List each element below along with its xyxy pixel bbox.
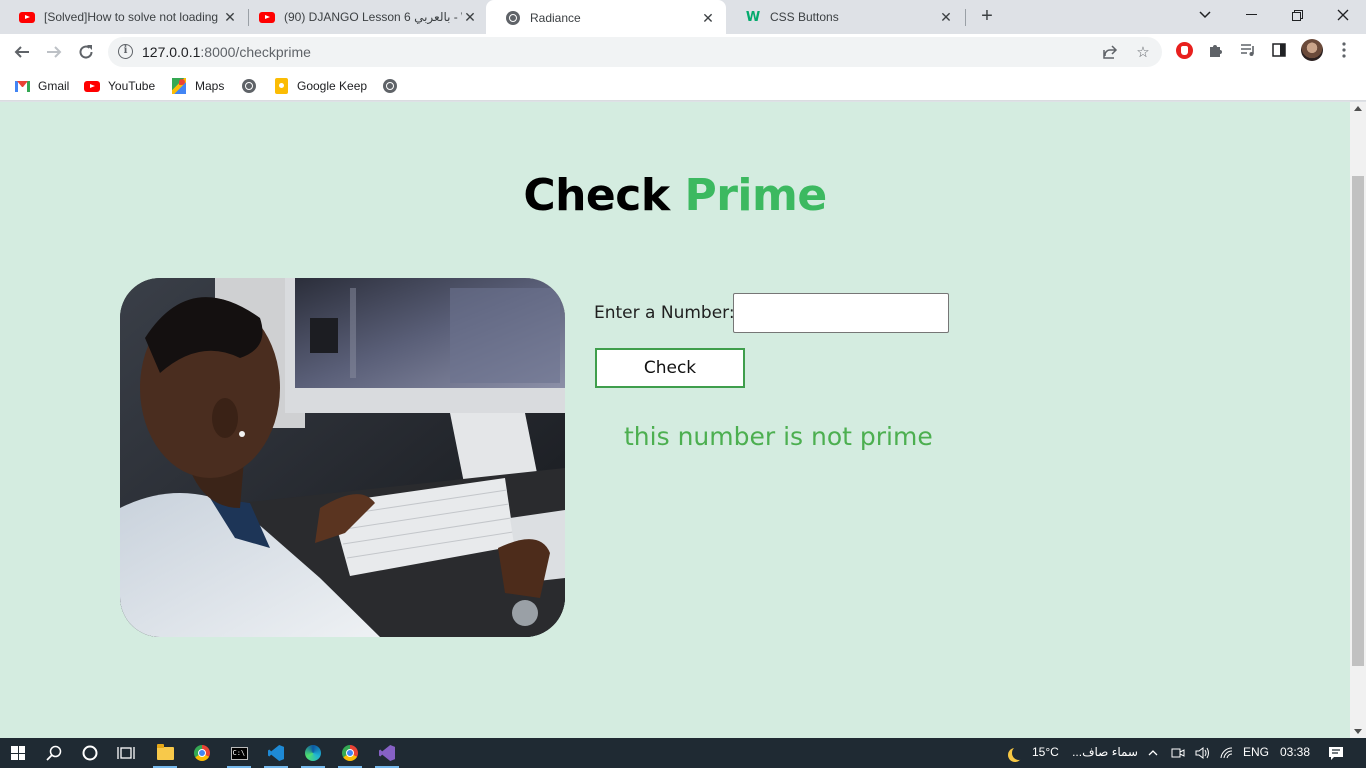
close-tab-icon[interactable]: ✕ <box>222 9 238 25</box>
address-bar[interactable]: i 127.0.0.1:8000/checkprime ☆ <box>108 37 1162 67</box>
globe-icon <box>382 78 398 94</box>
youtube-icon <box>84 78 100 94</box>
weather-text[interactable]: سماء صاف... <box>1070 745 1138 759</box>
adblock-extension-icon[interactable] <box>1173 39 1195 61</box>
url-text[interactable]: 127.0.0.1:8000/checkprime <box>142 44 311 60</box>
number-input-label: Enter a Number: <box>594 303 735 323</box>
close-tab-icon[interactable]: ✕ <box>700 10 716 26</box>
scroll-thumb[interactable] <box>1352 176 1364 666</box>
close-window-icon[interactable] <box>1320 0 1366 30</box>
page-viewport: Check Prime Enter a Number: Check this n… <box>0 102 1350 738</box>
bookmark-label: Google Keep <box>297 79 368 93</box>
tab-0[interactable]: [Solved]How to solve not loading ✕ <box>0 0 248 34</box>
site-info-icon[interactable]: i <box>118 44 133 59</box>
share-icon[interactable] <box>1100 42 1120 62</box>
volume-icon[interactable] <box>1190 738 1214 768</box>
language-indicator[interactable]: ENG <box>1243 745 1269 759</box>
close-tab-icon[interactable]: ✕ <box>938 9 954 25</box>
back-icon[interactable] <box>8 38 36 66</box>
notifications-icon[interactable] <box>1318 738 1354 768</box>
tab-title: Radiance <box>530 10 581 25</box>
tab-strip: [Solved]How to solve not loading ✕ (90) … <box>0 0 1366 35</box>
page-title: Check Prime <box>0 170 1350 221</box>
bookmark-label: Maps <box>195 79 225 93</box>
cortana-icon[interactable] <box>72 738 108 768</box>
media-playlist-icon[interactable] <box>1237 39 1259 61</box>
command-prompt-icon[interactable]: C:\ <box>221 738 257 768</box>
windows-taskbar: C:\ 15°C سماء صاف... ENG 03:38 <box>0 738 1366 768</box>
bookmark-star-icon[interactable]: ☆ <box>1133 42 1153 62</box>
new-tab-button[interactable]: + <box>976 6 998 28</box>
w3schools-icon: W <box>745 9 761 25</box>
file-explorer-icon[interactable] <box>147 738 183 768</box>
tab-3[interactable]: W CSS Buttons ✕ <box>726 0 964 34</box>
side-panel-icon[interactable] <box>1268 39 1290 61</box>
start-windows-icon[interactable] <box>0 738 36 768</box>
chrome-active-icon[interactable] <box>332 738 368 768</box>
globe-icon <box>241 78 257 94</box>
maps-icon <box>171 78 187 94</box>
profile-avatar[interactable] <box>1301 39 1323 61</box>
bookmark-globe-2[interactable] <box>382 76 406 96</box>
tab-title: [Solved]How to solve not loading <box>44 10 219 24</box>
network-icon[interactable] <box>1215 738 1239 768</box>
bookmark-label: Gmail <box>38 79 70 93</box>
forward-icon[interactable] <box>40 38 68 66</box>
bookmark-google-keep[interactable]: Google Keep <box>273 76 367 96</box>
youtube-icon <box>258 10 276 24</box>
bookmark-globe-1[interactable] <box>241 76 265 96</box>
bookmark-maps[interactable]: Maps <box>171 76 224 96</box>
title-check-word: Check <box>523 170 670 221</box>
bookmark-gmail[interactable]: Gmail <box>14 76 69 96</box>
hero-image-person-at-computer <box>120 278 565 637</box>
reload-icon[interactable] <box>72 38 100 66</box>
close-tab-icon[interactable]: ✕ <box>462 9 478 25</box>
restore-icon[interactable] <box>1274 0 1320 30</box>
number-input[interactable] <box>733 293 949 333</box>
task-view-icon[interactable] <box>108 738 144 768</box>
scroll-down-icon[interactable] <box>1354 729 1362 734</box>
visual-studio-icon[interactable] <box>369 738 405 768</box>
tab-search-icon[interactable] <box>1182 0 1228 30</box>
minimize-icon[interactable] <box>1228 0 1274 30</box>
bookmark-youtube[interactable]: YouTube <box>84 76 155 96</box>
youtube-icon <box>18 10 36 24</box>
scroll-up-icon[interactable] <box>1354 106 1362 111</box>
extensions-puzzle-icon[interactable] <box>1205 39 1227 61</box>
weather-temp[interactable]: 15°C <box>1032 745 1059 759</box>
gmail-icon <box>14 78 30 94</box>
tab-title: (90) DJANGO Lesson 6 بالعربي - \ <box>284 10 462 24</box>
keep-icon <box>273 78 289 94</box>
weather-moon-icon[interactable] <box>996 738 1032 768</box>
globe-icon <box>504 10 522 25</box>
meet-now-icon[interactable] <box>1166 738 1190 768</box>
search-icon[interactable] <box>36 738 72 768</box>
tab-separator <box>965 9 966 26</box>
chrome-icon[interactable] <box>184 738 220 768</box>
tray-chevron-up-icon[interactable] <box>1141 738 1165 768</box>
tab-title: CSS Buttons <box>770 10 839 24</box>
result-message: this number is not prime <box>624 422 933 451</box>
tab-1[interactable]: (90) DJANGO Lesson 6 بالعربي - \ ✕ <box>240 0 488 34</box>
tab-2-active[interactable]: Radiance ✕ <box>486 0 726 35</box>
edge-icon[interactable] <box>295 738 331 768</box>
menu-kebab-icon[interactable] <box>1333 39 1355 61</box>
bookmarks-bar: Gmail YouTube Maps Google Keep <box>0 70 1366 101</box>
bookmark-label: YouTube <box>108 79 156 93</box>
browser-toolbar: i 127.0.0.1:8000/checkprime ☆ <box>0 34 1366 70</box>
vertical-scrollbar[interactable] <box>1350 102 1366 738</box>
clock-time[interactable]: 03:38 <box>1280 745 1310 759</box>
title-prime-word: Prime <box>684 170 827 221</box>
check-button[interactable]: Check <box>595 348 745 388</box>
vscode-icon[interactable] <box>258 738 294 768</box>
